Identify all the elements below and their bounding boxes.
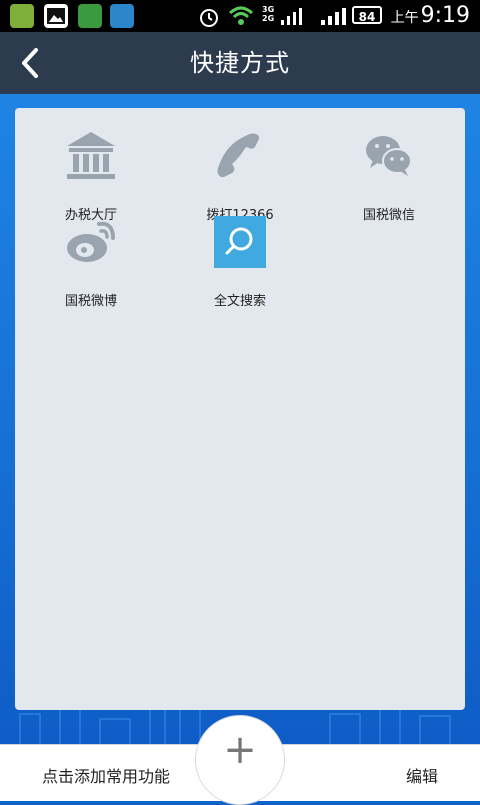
- network-2g-label: 2G: [262, 14, 275, 23]
- gallery-notification-icon: [44, 4, 68, 28]
- edit-button[interactable]: 编辑: [406, 763, 438, 787]
- app-header: 快捷方式: [0, 32, 480, 94]
- add-shortcut-button[interactable]: +: [195, 715, 285, 805]
- shortcut-label: 国税微博: [64, 294, 117, 309]
- network-type: 3G 2G: [262, 5, 274, 23]
- signal-icon-2: [321, 8, 346, 25]
- network-3g-label: 3G: [262, 5, 275, 14]
- plus-icon: +: [223, 727, 257, 773]
- shortcut-fulltext-search[interactable]: 全文搜索: [180, 216, 300, 309]
- wechat-icon: [366, 136, 412, 176]
- shortcut-panel: 办税大厅 拨打12366 国税微信 国税微博 全文搜索: [15, 108, 465, 710]
- clock-ampm: 上午: [390, 10, 419, 26]
- shortcut-label: 国税微信: [362, 208, 415, 223]
- phone-icon: [217, 133, 260, 178]
- link-notification-icon: [78, 4, 102, 28]
- search-icon: [214, 216, 266, 268]
- app-notification-icon: [10, 4, 34, 28]
- shortcut-tax-weibo[interactable]: 国税微博: [31, 216, 151, 309]
- status-bar: 3G 2G 84 上午9:19: [0, 0, 480, 32]
- wifi-icon: [228, 6, 254, 25]
- bull-notification-icon: [110, 4, 134, 28]
- add-function-hint[interactable]: 点击添加常用功能: [42, 763, 170, 787]
- clock: 上午9:19: [391, 3, 470, 28]
- shortcut-label: 全文搜索: [213, 294, 266, 309]
- shortcut-call-12366[interactable]: 拨打12366: [180, 130, 300, 223]
- shortcut-tax-wechat[interactable]: 国税微信: [329, 130, 449, 223]
- page-title: 快捷方式: [190, 49, 290, 77]
- bank-icon: [67, 132, 115, 179]
- signal-icon: [281, 8, 302, 25]
- battery-level: 84: [352, 6, 382, 24]
- clock-time: 9:19: [420, 3, 470, 28]
- weibo-icon: [67, 221, 115, 262]
- shortcut-tax-hall[interactable]: 办税大厅: [31, 130, 151, 223]
- alarm-icon: [200, 9, 218, 27]
